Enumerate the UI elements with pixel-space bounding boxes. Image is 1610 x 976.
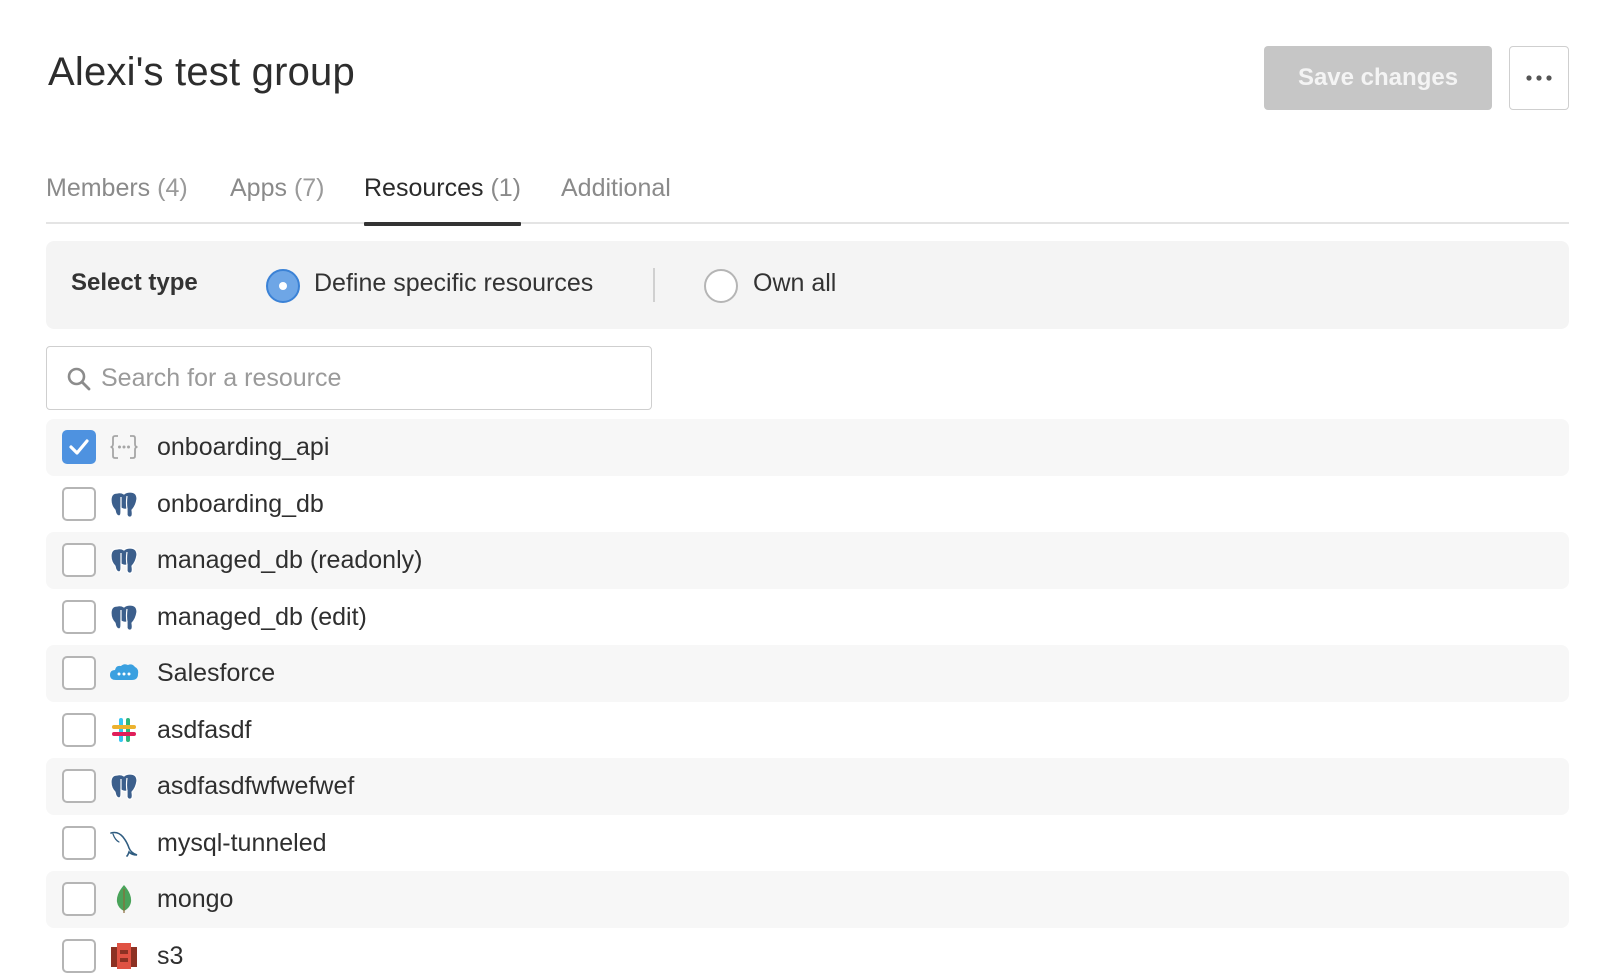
resource-row-onboarding-db[interactable]: onboarding_db (46, 476, 1569, 533)
own-all-label[interactable]: Own all (753, 269, 836, 298)
resource-row-mongo[interactable]: mongo (46, 871, 1569, 928)
tab-apps-count: (7) (293, 174, 325, 202)
resource-name: onboarding_api (157, 433, 330, 461)
resource-checkbox[interactable] (62, 599, 96, 634)
resource-name: managed_db (edit) (157, 602, 367, 631)
resource-search[interactable] (46, 346, 652, 410)
postgres-icon (110, 773, 138, 800)
save-changes-button[interactable]: Save changes (1264, 46, 1492, 110)
resource-name: asdfasdfwfwefwef (157, 772, 355, 800)
ellipsis-icon (1526, 75, 1552, 81)
tab-additional-label: Additional (561, 174, 671, 202)
resource-name: Salesforce (157, 659, 276, 687)
resource-name: s3 (157, 941, 184, 970)
tab-members-count: (4) (157, 174, 188, 202)
tab-resources[interactable]: Resources (1) (364, 174, 522, 226)
resource-checkbox[interactable] (62, 825, 96, 860)
aws-s3-icon (111, 942, 137, 969)
tab-resources-count: (1) (490, 174, 522, 202)
mongodb-icon (116, 885, 132, 913)
postgres-icon (110, 603, 138, 631)
page-title: Alexi's test group (48, 50, 355, 94)
resource-name: mysql-tunneled (157, 828, 327, 857)
tab-resources-label: Resources (364, 174, 484, 202)
resource-checkbox[interactable] (62, 712, 96, 747)
resource-row-asdfasdf[interactable]: asdfasdf (46, 702, 1569, 759)
resource-list: onboarding_api onboarding_db managed_db … (46, 419, 1569, 976)
search-input[interactable] (101, 357, 631, 399)
resource-checkbox[interactable] (62, 656, 96, 690)
type-divider (653, 268, 655, 302)
slack-icon (112, 717, 136, 742)
resource-checkbox[interactable] (62, 543, 96, 577)
tab-apps-label: Apps (230, 174, 287, 202)
resource-name: managed_db (readonly) (157, 546, 423, 574)
postgres-icon (110, 490, 138, 518)
tab-apps[interactable]: Apps (7) (230, 174, 325, 224)
resource-row-asdfasdfwfwefwef[interactable]: asdfasdfwfwefwef (46, 758, 1569, 815)
resource-row-managed-db-readonly[interactable]: managed_db (readonly) (46, 532, 1569, 589)
search-icon (67, 367, 91, 391)
own-all-radio[interactable] (704, 269, 738, 303)
rest-api-icon (110, 435, 138, 459)
resource-checkbox[interactable] (62, 882, 96, 916)
resource-row-onboarding-api[interactable]: onboarding_api (46, 419, 1569, 476)
select-type-panel: Select type Define specific resources Ow… (46, 241, 1569, 329)
define-specific-resources-radio[interactable] (266, 269, 300, 303)
tab-additional[interactable]: Additional (561, 174, 671, 224)
resource-name: mongo (157, 885, 234, 913)
salesforce-icon (110, 664, 139, 680)
tab-members[interactable]: Members (4) (46, 174, 188, 224)
resource-checkbox[interactable] (62, 430, 96, 464)
define-specific-resources-label[interactable]: Define specific resources (314, 269, 593, 298)
mysql-icon (110, 831, 138, 857)
resource-row-salesforce[interactable]: Salesforce (46, 645, 1569, 702)
more-options-button[interactable] (1509, 46, 1569, 110)
tab-bar: Members (4) Apps (7) Resources (1) Addit… (46, 162, 1569, 226)
resource-checkbox[interactable] (62, 769, 96, 803)
checkmark-icon (69, 439, 89, 455)
resource-name: onboarding_db (157, 489, 324, 518)
resource-row-mysql-tunneled[interactable]: mysql-tunneled (46, 815, 1569, 872)
resource-name: asdfasdf (157, 715, 252, 744)
postgres-icon (110, 547, 138, 574)
resource-row-s3[interactable]: s3 (46, 928, 1569, 976)
resource-row-managed-db-edit[interactable]: managed_db (edit) (46, 589, 1569, 646)
select-type-label: Select type (71, 269, 198, 296)
resource-checkbox[interactable] (62, 486, 96, 521)
tab-members-label: Members (46, 174, 151, 202)
resource-checkbox[interactable] (62, 938, 96, 973)
